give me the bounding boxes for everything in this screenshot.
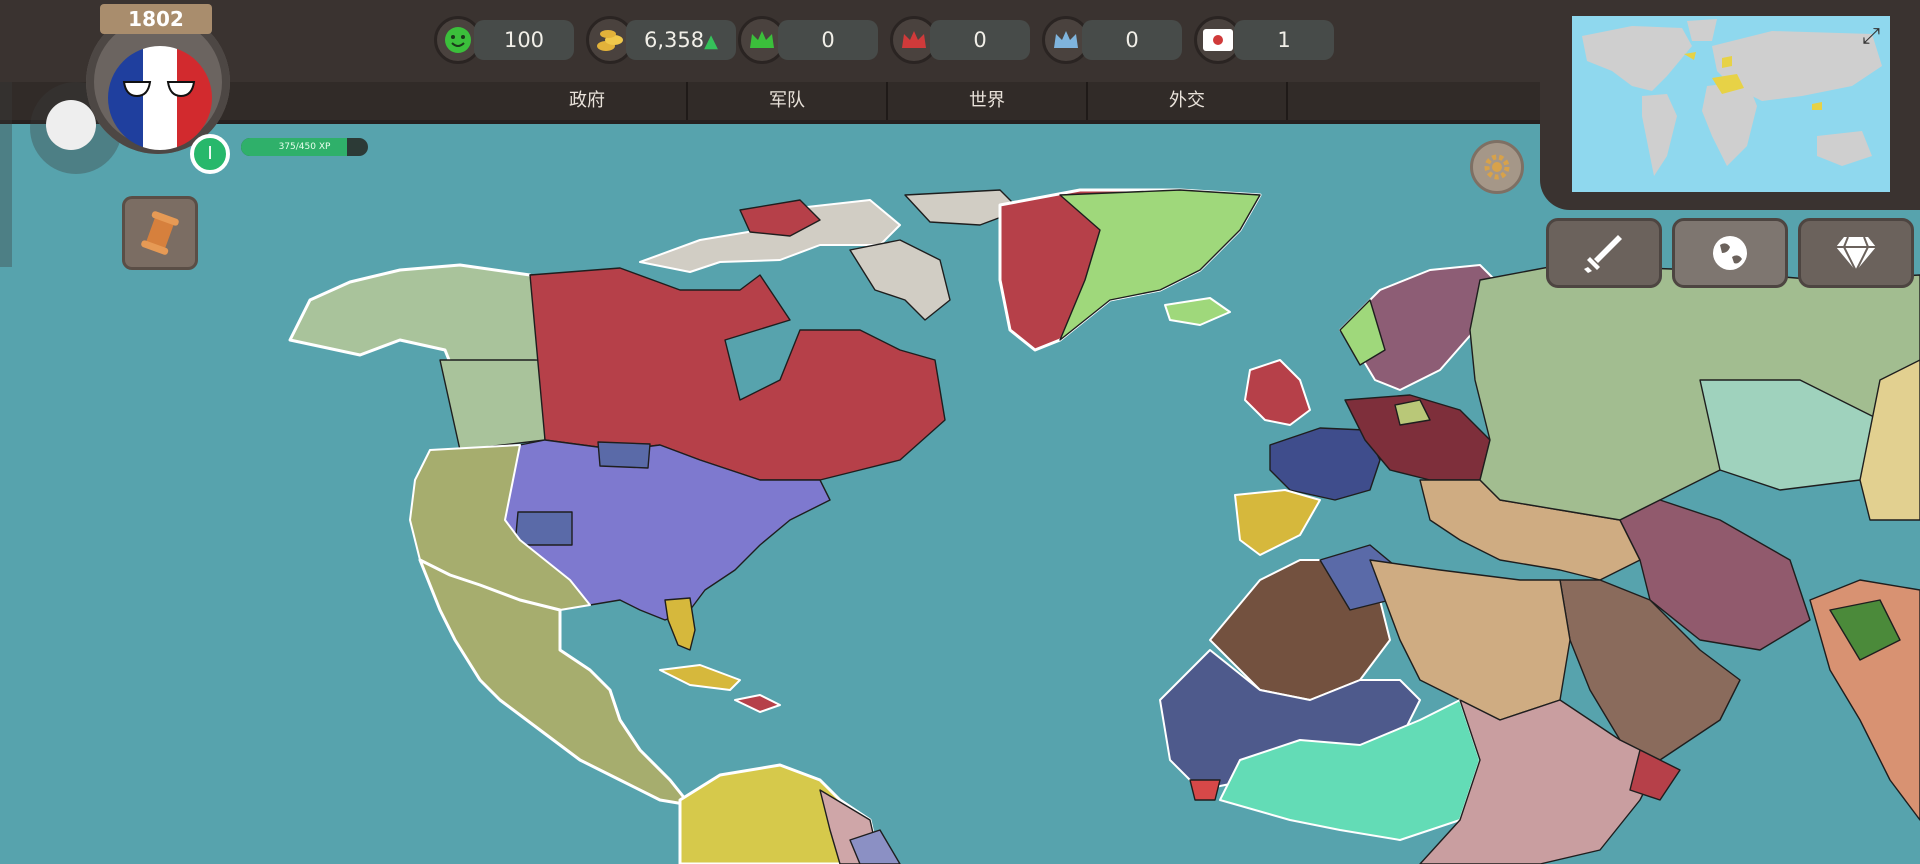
minimap[interactable] [1572, 16, 1890, 192]
blue-crown-value: 0 [1082, 20, 1182, 60]
red-crown-value: 0 [930, 20, 1030, 60]
settings-button[interactable] [1470, 140, 1524, 194]
left-edge-panel[interactable] [0, 82, 12, 267]
expand-map-icon[interactable]: ⤢ [1858, 24, 1884, 50]
world-view-button[interactable] [1672, 218, 1788, 288]
tab-army[interactable]: 军队 [688, 82, 888, 120]
player-level-badge[interactable]: I [190, 134, 230, 174]
tab-diplomacy[interactable]: 外交 [1088, 82, 1288, 120]
joystick-knob[interactable] [46, 100, 96, 150]
sword-icon [1584, 235, 1622, 273]
tab-world[interactable]: 世界 [888, 82, 1088, 120]
happiness-value: 100 [474, 20, 574, 60]
tab-government[interactable]: 政府 [488, 82, 688, 120]
xp-text: 375/450 XP [278, 142, 331, 152]
current-year: 1802 [100, 4, 212, 34]
globe-icon [1713, 236, 1747, 270]
gear-icon [1484, 154, 1510, 180]
trend-up-arrow-icon: ▲ [704, 31, 718, 52]
diamond-icon [1836, 236, 1876, 273]
premium-shop-button[interactable] [1798, 218, 1914, 288]
green-crown-value: 0 [778, 20, 878, 60]
scroll-icon [141, 211, 179, 255]
gold-value-box: 6,358▲ [626, 20, 736, 60]
diplomacy-value: 1 [1234, 20, 1334, 60]
gold-value: 6,358 [644, 28, 705, 52]
countryball-eyes-icon [122, 81, 196, 98]
decree-scroll-button[interactable] [122, 196, 198, 270]
minimap-world [1582, 19, 1882, 176]
war-button[interactable] [1546, 218, 1662, 288]
xp-progress-bar: 375/450 XP [241, 138, 368, 156]
